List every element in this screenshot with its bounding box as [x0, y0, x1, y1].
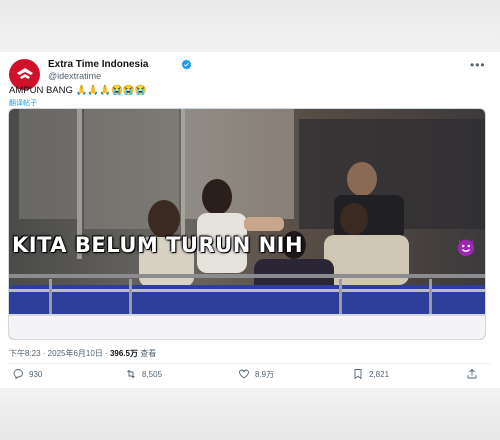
author-handle[interactable]: @idextratime	[48, 71, 101, 81]
devil-emoji-icon	[457, 238, 475, 257]
like-icon	[239, 369, 249, 379]
action-bar: 930 8,505 8.9万 2,821	[0, 367, 500, 385]
background-top	[0, 0, 500, 52]
views-count: 396.5万	[109, 349, 138, 358]
tweet-text: AMPUN BANG 🙏🙏🙏😭😭😭	[9, 85, 147, 96]
reply-button[interactable]: 930	[12, 368, 42, 380]
repost-button[interactable]: 8,505	[125, 368, 162, 380]
bookmark-button[interactable]: 2,821	[352, 368, 389, 380]
more-options-icon[interactable]: •••	[470, 58, 486, 72]
tweet-image[interactable]: KITA BELUM TURUN NIH	[8, 108, 486, 340]
bookmark-icon	[354, 369, 362, 380]
timestamp[interactable]: 下午8:23 · 2025年6月10日 ·	[9, 349, 110, 358]
translate-post-link[interactable]: 翻译帖子	[9, 98, 37, 108]
divider	[8, 363, 492, 364]
repost-icon	[127, 369, 135, 379]
background-bottom	[0, 388, 500, 440]
tweet-card: Extra Time Indonesia @idextratime ••• AM…	[0, 52, 500, 388]
repost-count: 8,505	[142, 369, 163, 379]
extratime-logo-icon	[16, 67, 33, 79]
share-icon	[467, 368, 477, 379]
share-button[interactable]	[466, 368, 478, 380]
bookmark-count: 2,821	[369, 369, 390, 379]
stadium-photo	[9, 109, 485, 339]
reply-count: 930	[29, 369, 43, 379]
verified-badge-icon	[181, 59, 192, 70]
like-button[interactable]: 8.9万	[238, 368, 274, 380]
like-count: 8.9万	[255, 369, 275, 379]
reply-icon	[13, 369, 23, 380]
views-label: 查看	[137, 349, 157, 358]
post-meta: 下午8:23 · 2025年6月10日 · 396.5万 查看	[9, 348, 156, 359]
author-name[interactable]: Extra Time Indonesia	[48, 59, 148, 70]
image-caption: KITA BELUM TURUN NIH	[12, 233, 304, 257]
